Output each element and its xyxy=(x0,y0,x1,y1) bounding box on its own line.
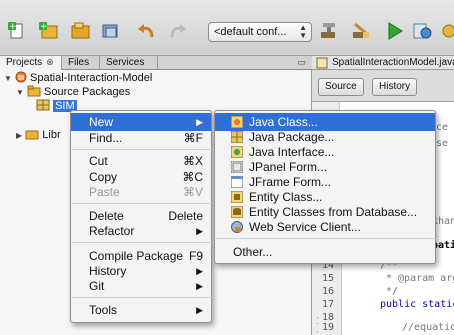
menu-item-paste: Paste ⌘V xyxy=(71,183,211,201)
new-file-icon[interactable]: + xyxy=(6,20,28,42)
code-fragment: */ xyxy=(386,286,399,297)
line-number: 15 xyxy=(322,273,335,284)
project-label: Spatial-Interaction-Model xyxy=(30,72,153,84)
menu-item-label: Git xyxy=(89,279,105,293)
java-package-icon xyxy=(231,131,243,143)
submenu-item-web-service-client[interactable]: Web Service Client... xyxy=(215,218,435,236)
tab-files-label: Files xyxy=(68,57,90,68)
editor-file-name: SpatialInteractionModel.java xyxy=(332,57,454,68)
source-label: Source xyxy=(325,81,357,92)
package-icon xyxy=(36,99,50,111)
debug-options-icon[interactable] xyxy=(438,20,454,42)
expand-arrow-icon[interactable]: ▼ xyxy=(4,74,12,83)
debug-icon[interactable] xyxy=(412,20,434,42)
select-arrows-icon: ▲ ▼ xyxy=(299,23,307,40)
panel-tabs: Projects ⊗ Files Services ▭ xyxy=(0,56,312,70)
configuration-value: <default conf... xyxy=(214,26,287,38)
source-packages-icon xyxy=(27,85,41,97)
code-fragment: public static xyxy=(380,299,454,310)
tab-files[interactable]: Files xyxy=(62,56,100,70)
tab-projects-label: Projects xyxy=(6,57,43,68)
line-number: 16 xyxy=(322,286,335,297)
java-class-icon xyxy=(231,116,243,128)
java-file-icon xyxy=(316,57,328,69)
menu-separator xyxy=(72,242,212,243)
line-number: 17 xyxy=(322,299,335,310)
java-interface-icon xyxy=(231,146,243,158)
main-toolbar: + + <default conf... ▲ ▼ xyxy=(0,0,454,56)
entity-class-icon xyxy=(231,191,243,203)
code-fragment: //equatio xyxy=(402,322,454,333)
line-number: 19 xyxy=(322,322,335,333)
redo-icon[interactable] xyxy=(166,20,188,42)
tab-services-label: Services xyxy=(106,57,145,68)
menu-separator xyxy=(72,149,212,150)
web-service-client-icon xyxy=(231,221,243,233)
new-project-icon[interactable]: + xyxy=(38,20,60,42)
tab-projects[interactable]: Projects ⊗ xyxy=(0,56,62,70)
clean-build-icon[interactable] xyxy=(350,20,372,42)
submenu-arrow-icon: ▶ xyxy=(196,281,203,291)
libraries-icon xyxy=(25,130,39,140)
svg-text:+: + xyxy=(40,22,48,32)
editor-file-tab[interactable]: SpatialInteractionModel.java xyxy=(312,56,454,70)
tree-libraries-node[interactable]: ▶ Libr xyxy=(16,128,61,143)
editor-toolbar: Source History xyxy=(312,70,454,102)
menu-separator xyxy=(72,297,212,298)
menu-item-label: Find... xyxy=(89,131,123,145)
undo-icon[interactable] xyxy=(136,20,158,42)
menu-item-git[interactable]: Git ▶ xyxy=(71,277,211,295)
collapse-arrow-icon[interactable]: ▶ xyxy=(16,131,22,140)
expand-arrow-icon[interactable]: ▼ xyxy=(16,88,24,97)
editor-lower-lines: 14 15 16 17 18 19 /** * @param args */ p… xyxy=(318,258,454,335)
close-icon[interactable]: ⊗ xyxy=(46,57,54,67)
code-fragment: ce coo xyxy=(436,122,454,133)
submenu-item-label: Web Service Client... xyxy=(249,220,361,234)
svg-text:+: + xyxy=(9,22,17,32)
code-fragment: se Too xyxy=(436,138,454,149)
open-project-icon[interactable] xyxy=(70,20,92,42)
close-project-icon[interactable] xyxy=(100,20,122,42)
history-button[interactable]: History xyxy=(372,78,418,96)
menu-separator xyxy=(216,238,436,239)
menu-item-refactor[interactable]: Refactor ▶ xyxy=(71,222,211,240)
java-project-icon xyxy=(15,71,27,83)
source-packages-label: Source Packages xyxy=(44,86,131,98)
code-fragment: * @param args xyxy=(386,273,454,284)
history-label: History xyxy=(379,81,411,92)
run-icon[interactable] xyxy=(384,20,406,42)
configuration-select[interactable]: <default conf... ▲ ▼ xyxy=(208,22,312,42)
new-submenu: Java Class... Java Package... Java Inter… xyxy=(214,110,436,264)
menu-item-find[interactable]: Find... ⌘F xyxy=(71,129,211,147)
jpanel-form-icon xyxy=(231,161,243,173)
context-menu: New ▶ Find... ⌘F Cut ⌘X Copy ⌘C Paste ⌘V… xyxy=(70,110,212,323)
libraries-label: Libr xyxy=(42,129,61,141)
menu-separator xyxy=(72,203,212,204)
menu-item-tools[interactable]: Tools ▶ xyxy=(71,301,211,319)
menu-item-label: Refactor xyxy=(89,224,135,238)
tab-services[interactable]: Services xyxy=(100,56,158,70)
entity-classes-db-icon xyxy=(231,206,243,218)
build-icon[interactable] xyxy=(318,20,340,42)
menu-item-shortcut: ⌘V xyxy=(182,185,203,199)
source-button[interactable]: Source xyxy=(318,78,364,96)
minimize-panel-icon[interactable]: ▭ xyxy=(297,57,306,68)
submenu-item-other[interactable]: Other... xyxy=(215,243,435,261)
tree-source-packages-node[interactable]: ▼ Source Packages xyxy=(16,85,130,100)
submenu-arrow-icon: ▶ xyxy=(196,226,203,236)
menu-item-label: Paste xyxy=(89,185,120,199)
menu-item-shortcut: ⌘F xyxy=(183,131,203,145)
tree-project-node[interactable]: ▼ Spatial-Interaction-Model xyxy=(4,71,152,86)
jframe-form-icon xyxy=(231,176,243,188)
submenu-arrow-icon: ▶ xyxy=(196,305,203,315)
menu-item-label: Tools xyxy=(89,303,118,317)
submenu-item-label: Other... xyxy=(233,245,273,259)
